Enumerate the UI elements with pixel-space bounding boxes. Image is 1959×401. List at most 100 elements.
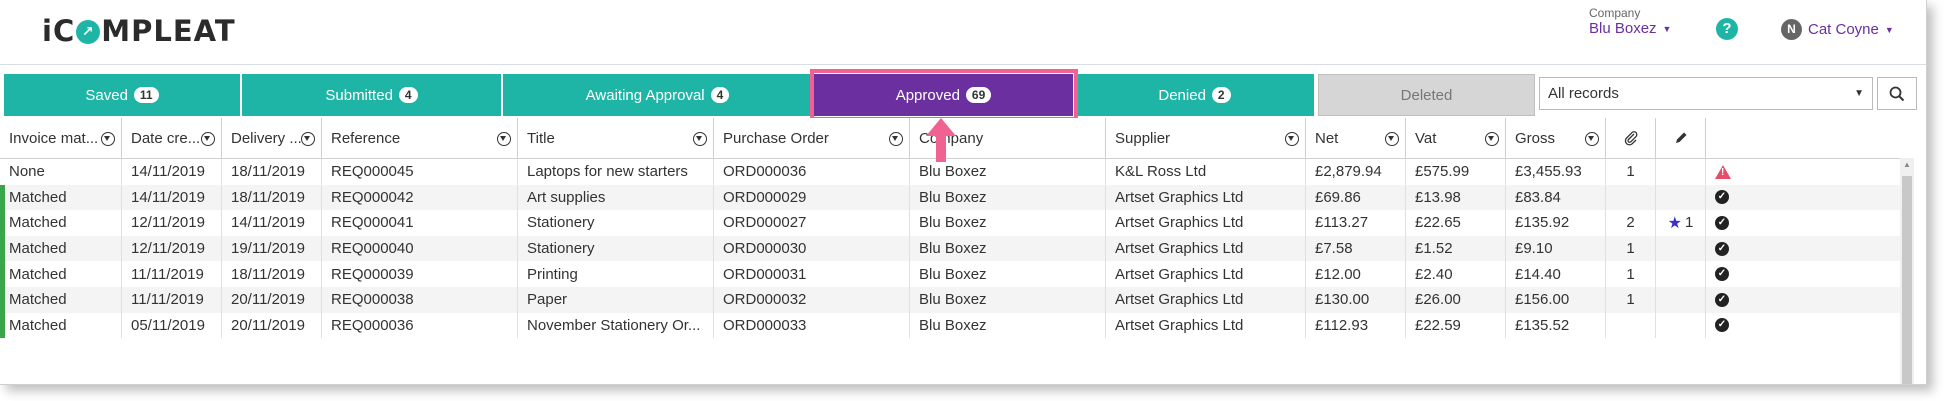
- cell-text: ORD000036: [723, 163, 807, 181]
- cell-text: ORD000027: [723, 214, 807, 232]
- logo-text-left: iC: [42, 14, 76, 48]
- cell-delivery: 14/11/2019: [222, 210, 322, 236]
- cell-status: ✓: [1706, 313, 1900, 339]
- cell-text: Blu Boxez: [919, 291, 987, 309]
- column-header-invoice-match[interactable]: Invoice mat...: [0, 118, 122, 159]
- cell-title: Printing: [518, 261, 714, 287]
- table-row[interactable]: None 14/11/2019 18/11/2019 REQ000045 Laptops…: [0, 159, 1900, 185]
- cell-vat: £26.00: [1406, 287, 1506, 313]
- scrollbar-thumb[interactable]: [1902, 176, 1912, 384]
- column-header-vat[interactable]: Vat: [1406, 118, 1506, 159]
- company-selector[interactable]: Company Blu Boxez ▼: [1589, 6, 1671, 37]
- caret-down-icon: ▼: [1884, 24, 1894, 35]
- cell-vat: £2.40: [1406, 261, 1506, 287]
- cell-po: ORD000032: [714, 287, 910, 313]
- cell-net: £7.58: [1306, 235, 1406, 262]
- table-row[interactable]: Matched 12/11/2019 19/11/2019 REQ000040 Stat…: [0, 235, 1900, 262]
- user-menu[interactable]: N Cat Coyne ▼: [1781, 19, 1894, 40]
- count-badge: 4: [398, 87, 418, 103]
- pencil-icon: [1675, 132, 1686, 143]
- tab-submitted[interactable]: Submitted 4: [242, 74, 503, 116]
- cell-ref: REQ000040: [322, 235, 518, 262]
- cell-delivery: 18/11/2019: [222, 184, 322, 211]
- cell-text: 2: [1626, 214, 1635, 232]
- cell-notes: ★ 1: [1656, 210, 1706, 236]
- help-icon[interactable]: ?: [1716, 18, 1738, 40]
- cell-match: Matched: [0, 210, 122, 236]
- column-header-date-created[interactable]: Date cre...: [122, 118, 222, 159]
- filter-icon[interactable]: [101, 132, 115, 146]
- cell-text: £14.40: [1515, 265, 1561, 283]
- filter-icon[interactable]: [1585, 132, 1599, 146]
- column-header-edit[interactable]: [1656, 118, 1706, 159]
- cell-vat: £1.52: [1406, 235, 1506, 262]
- filter-icon[interactable]: [497, 132, 511, 146]
- tab-deleted[interactable]: Deleted: [1318, 74, 1535, 116]
- column-header-supplier[interactable]: Supplier: [1106, 118, 1306, 159]
- filter-icon[interactable]: [1485, 132, 1499, 146]
- cell-po: ORD000027: [714, 210, 910, 236]
- tab-label: Denied: [1158, 86, 1206, 104]
- cell-text: November Stationery Or...: [527, 316, 701, 334]
- cell-text: 12/11/2019: [131, 240, 205, 258]
- company-dropdown[interactable]: Blu Boxez ▼: [1589, 20, 1671, 37]
- table-row[interactable]: Matched 11/11/2019 20/11/2019 REQ000038 Pape…: [0, 287, 1900, 313]
- cell-gross: £83.84: [1506, 184, 1606, 211]
- cell-text: ORD000029: [723, 188, 807, 206]
- cell-status: ✓: [1706, 287, 1900, 313]
- tab-denied[interactable]: Denied 2: [1075, 74, 1316, 116]
- tab-saved[interactable]: Saved 11: [4, 74, 242, 116]
- column-header-attachments[interactable]: [1606, 118, 1656, 159]
- filter-icon[interactable]: [889, 132, 903, 146]
- cell-text: 18/11/2019: [231, 163, 305, 181]
- cell-text: Blu Boxez: [919, 163, 987, 181]
- scroll-up-icon[interactable]: ▲: [1903, 160, 1911, 169]
- column-header-net[interactable]: Net: [1306, 118, 1406, 159]
- filter-icon[interactable]: [1285, 132, 1299, 146]
- cell-text: £22.65: [1415, 214, 1461, 232]
- pointer-arrow-icon: [926, 118, 956, 162]
- cell-text: 11/11/2019: [131, 291, 204, 309]
- cell-supplier: K&L Ross Ltd: [1106, 159, 1306, 185]
- cell-text: £12.00: [1315, 265, 1361, 283]
- cell-text: £83.84: [1515, 188, 1561, 206]
- check-icon: ✓: [1715, 190, 1729, 205]
- tab-awaiting-approval[interactable]: Awaiting Approval 4: [503, 74, 814, 116]
- cell-delivery: 20/11/2019: [222, 312, 322, 339]
- cell-net: £130.00: [1306, 287, 1406, 313]
- cell-company: Blu Boxez: [910, 261, 1106, 287]
- column-header-delivery[interactable]: Delivery ...: [222, 118, 322, 159]
- column-header-title[interactable]: Title: [518, 118, 714, 159]
- cell-title: Stationery: [518, 235, 714, 262]
- search-button[interactable]: [1877, 77, 1917, 110]
- records-filter-select[interactable]: All records ▼: [1539, 77, 1873, 110]
- cell-notes: [1656, 261, 1706, 287]
- cell-title: Art supplies: [518, 184, 714, 211]
- cell-text: 11/11/2019: [131, 265, 204, 283]
- column-header-purchase-order[interactable]: Purchase Order: [714, 118, 910, 159]
- cell-match: Matched: [0, 184, 122, 211]
- filter-icon[interactable]: [301, 132, 315, 146]
- check-icon: ✓: [1715, 267, 1729, 282]
- filter-icon[interactable]: [201, 132, 215, 146]
- cell-status: ✓: [1706, 210, 1900, 236]
- cell-title: Stationery: [518, 210, 714, 236]
- table-row[interactable]: Matched 11/11/2019 18/11/2019 REQ000039 Prin…: [0, 261, 1900, 287]
- column-header-reference[interactable]: Reference: [322, 118, 518, 159]
- column-label: Invoice mat...: [9, 129, 99, 147]
- cell-gross: £3,455.93: [1506, 159, 1606, 185]
- filter-icon[interactable]: [1385, 132, 1399, 146]
- cell-text: £575.99: [1415, 163, 1470, 181]
- table-row[interactable]: Matched 05/11/2019 20/11/2019 REQ000036 Nove…: [0, 312, 1900, 339]
- column-header-gross[interactable]: Gross: [1506, 118, 1606, 159]
- cell-notes: [1656, 184, 1706, 211]
- header-divider: [0, 64, 1926, 65]
- cell-text: 1: [1626, 291, 1635, 309]
- cell-title: Paper: [518, 287, 714, 313]
- cell-status: ✓: [1706, 261, 1900, 287]
- filter-icon[interactable]: [693, 132, 707, 146]
- table-row[interactable]: Matched 14/11/2019 18/11/2019 REQ000042 Art …: [0, 184, 1900, 211]
- table-row[interactable]: Matched 12/11/2019 14/11/2019 REQ000041 Stat…: [0, 210, 1900, 236]
- column-label: Purchase Order: [723, 129, 829, 147]
- cell-po: ORD000030: [714, 235, 910, 262]
